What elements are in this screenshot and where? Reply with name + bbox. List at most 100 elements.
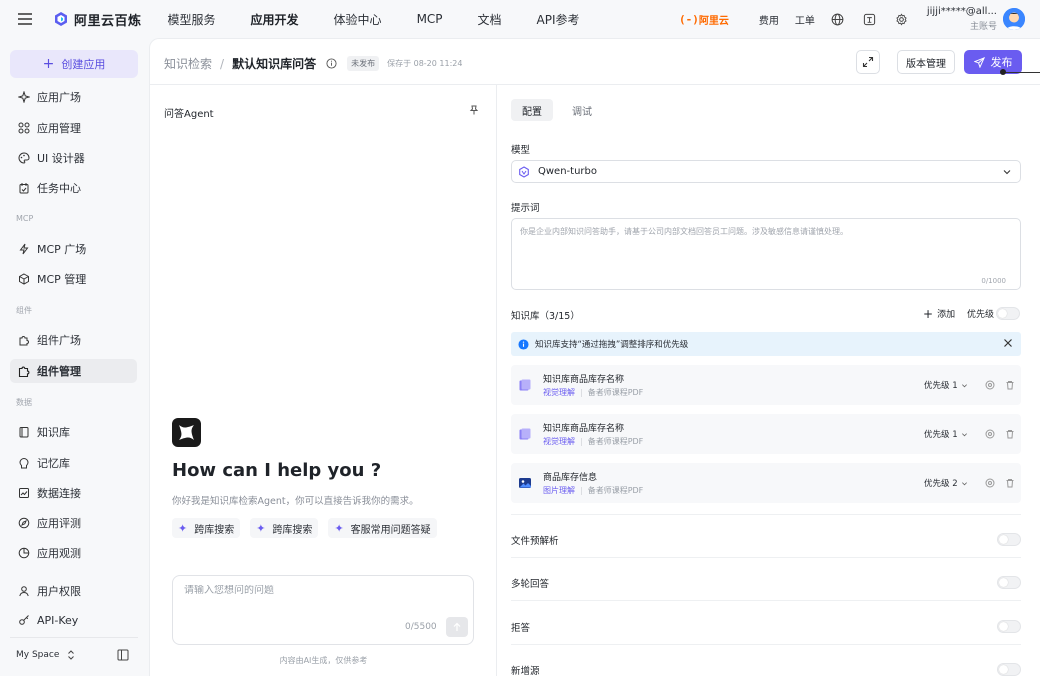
sidebar-section-data: 数据 (16, 398, 32, 407)
space-label: My Space (16, 650, 60, 660)
sidebar-item-app-eval[interactable]: 应用评测 (10, 511, 137, 535)
language-icon[interactable] (863, 12, 877, 26)
aliyun-logo[interactable]: (-) 阿里云 (679, 12, 729, 27)
settings-gear-icon[interactable] (895, 12, 909, 26)
nav-docs[interactable]: 文档 (478, 11, 502, 28)
publish-label: 发布 (990, 56, 1013, 69)
sidebar-item-component-manage[interactable]: 组件管理 (10, 359, 137, 383)
priority-value: 优先级 1 (924, 430, 958, 440)
breadcrumb-separator: / (220, 56, 225, 71)
publish-button[interactable]: 发布 (964, 50, 1022, 74)
trash-icon[interactable] (1005, 429, 1015, 439)
agent-logo-icon (172, 418, 201, 447)
account-info[interactable]: jijji*****@all... 主账号 (927, 6, 997, 32)
settings-icon[interactable] (985, 429, 995, 439)
account-name: jijji*****@all... (926, 6, 997, 17)
sparkle-icon: ✦ (178, 521, 188, 535)
knowledge-item[interactable]: 知识库商品库存名称 视觉理解 | 备者师课程PDF 优先级 1 (511, 365, 1021, 405)
info-filled-icon (518, 338, 529, 350)
aliyun-logo-text: 阿里云 (698, 15, 729, 27)
prompt-textarea[interactable]: 你是企业内部知识问答助手，请基于公司内部文档回答员工问题。涉及敏感信息请谨慎处理… (511, 218, 1021, 290)
model-label: 模型 (511, 145, 531, 156)
chat-input[interactable] (184, 585, 454, 596)
priority-value: 优先级 1 (924, 381, 958, 391)
chip-label: 客服常用问题答疑 (350, 524, 431, 536)
priority-select[interactable]: 优先级 1 (924, 428, 968, 440)
nav-model-service[interactable]: 模型服务 (168, 11, 216, 28)
chevron-down-icon (961, 480, 968, 487)
suggestion-chip[interactable]: ✦ 跨库搜索 (250, 518, 319, 538)
collapse-sidebar-icon[interactable] (117, 649, 129, 661)
nav-mcp[interactable]: MCP (417, 12, 443, 26)
breadcrumb-parent[interactable]: 知识检索 (164, 55, 212, 72)
add-knowledge-button[interactable]: + 添加 (923, 307, 955, 321)
sidebar-item-app-manage[interactable]: 应用管理 (10, 116, 137, 140)
knowledge-item-title: 知识库商品库存名称 (543, 375, 625, 385)
knowledge-item-title: 商品库存信息 (543, 473, 598, 483)
sidebar-item-knowledge-base[interactable]: 知识库 (10, 420, 137, 444)
knowledge-item[interactable]: 商品库存信息 图片理解 | 备者师课程PDF 优先级 2 (511, 463, 1021, 503)
knowledge-base-label: 知识库（3/15） (511, 311, 580, 322)
suggestion-chip[interactable]: ✦ 跨库搜索 (172, 518, 241, 538)
divider (511, 600, 1021, 601)
new-source-toggle[interactable] (997, 663, 1021, 676)
sidebar-item-api-key[interactable]: API-Key (10, 608, 137, 632)
send-arrow-icon[interactable] (446, 617, 468, 637)
saved-time: 保存于 08-20 11:24 (387, 59, 463, 68)
hamburger-menu-icon[interactable] (17, 12, 33, 26)
settings-icon[interactable] (985, 380, 995, 390)
trash-icon[interactable] (1005, 478, 1015, 488)
nav-experience[interactable]: 体验中心 (334, 11, 382, 28)
sidebar-item-ui-designer[interactable]: UI 设计器 (10, 146, 137, 170)
sidebar-item-component-square[interactable]: 组件广场 (10, 328, 137, 352)
sidebar-item-mcp-manage[interactable]: MCP 管理 (10, 267, 137, 291)
priority-toggle[interactable] (996, 307, 1020, 320)
billing-link[interactable]: 费用 (759, 12, 779, 27)
model-select[interactable]: Qwen-turbo (511, 160, 1021, 183)
trash-icon[interactable] (1005, 380, 1015, 390)
brand-name: 阿里云百炼 (74, 13, 142, 29)
chip-label: 跨库搜索 (194, 524, 235, 536)
pin-icon[interactable] (469, 105, 479, 115)
avatar[interactable] (1003, 8, 1025, 30)
file-preparse-toggle[interactable] (997, 533, 1021, 546)
info-circle-icon[interactable] (326, 58, 337, 69)
multi-turn-toggle[interactable] (997, 576, 1021, 589)
tab-config[interactable]: 配置 (511, 99, 553, 121)
sidebar-item-data-connect[interactable]: 数据连接 (10, 481, 137, 505)
brand[interactable]: 阿里云百炼 (54, 10, 142, 29)
sidebar-item-label: 记忆库 (37, 457, 70, 470)
sidebar-item-user-permission[interactable]: 用户权限 (10, 579, 137, 603)
sparkle-icon: ✦ (256, 521, 266, 535)
settings-icon[interactable] (985, 478, 995, 488)
knowledge-item-meta: 图片理解 | 备者师课程PDF (543, 486, 644, 495)
chat-char-count: 0/5500 (405, 622, 437, 632)
sidebar-item-memory[interactable]: 记忆库 (10, 451, 137, 475)
priority-select[interactable]: 优先级 2 (924, 477, 968, 489)
sidebar-item-app-square[interactable]: 应用广场 (10, 85, 137, 109)
space-selector[interactable]: My Space (16, 650, 75, 660)
sidebar-item-app-observe[interactable]: 应用观测 (10, 541, 137, 565)
priority-select[interactable]: 优先级 1 (924, 379, 968, 391)
create-app-button[interactable]: + 创建应用 (10, 50, 138, 78)
globe-icon[interactable] (831, 12, 845, 26)
tab-debug[interactable]: 调试 (567, 99, 597, 121)
fullscreen-expand-icon[interactable] (856, 50, 880, 74)
task-icon (18, 182, 30, 194)
nav-api-ref[interactable]: API参考 (537, 11, 580, 28)
pie-icon (18, 547, 30, 559)
puzzle-manage-icon (18, 365, 30, 377)
suggestion-chip[interactable]: ✦ 客服常用问题答疑 (328, 518, 437, 538)
nav-app-dev[interactable]: 应用开发 (251, 11, 299, 28)
config-panel: 配置 调试 模型 Qwen-turbo 提示词 你是企业内部知识问答助手，请基于… (497, 85, 1040, 676)
sidebar-item-mcp-square[interactable]: MCP 广场 (10, 237, 137, 261)
ticket-link[interactable]: 工单 (795, 12, 815, 27)
sidebar-item-task-center[interactable]: 任务中心 (10, 176, 137, 200)
refuse-toggle[interactable] (997, 620, 1021, 633)
close-icon[interactable] (1003, 338, 1013, 348)
sidebar-item-label: 用户权限 (37, 585, 81, 598)
chat-input-box: 0/5500 (172, 575, 474, 645)
priority-label: 优先级 (967, 310, 995, 320)
version-manage-button[interactable]: 版本管理 (897, 50, 955, 74)
knowledge-item[interactable]: 知识库商品库存名称 视觉理解 | 备者师课程PDF 优先级 1 (511, 414, 1021, 454)
